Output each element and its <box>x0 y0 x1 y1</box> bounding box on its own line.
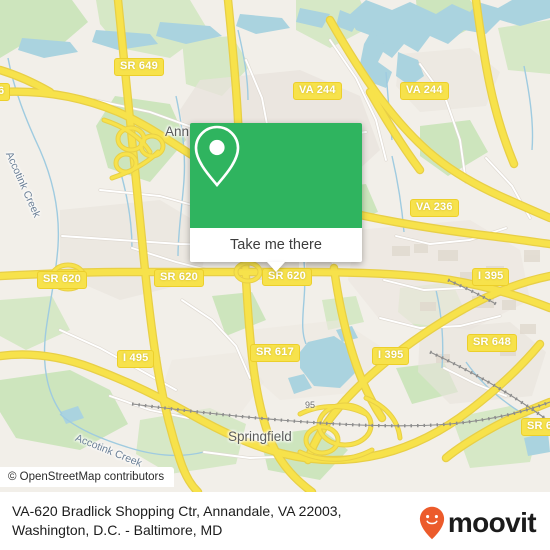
footer-bar: VA-620 Bradlick Shopping Ctr, Annandale,… <box>0 492 550 550</box>
road-shield-rt-66[interactable]: 6 <box>0 83 11 101</box>
road-shield-sr-649[interactable]: SR 649 <box>114 58 164 76</box>
road-shield-sr-617[interactable]: SR 617 <box>250 344 300 362</box>
road-shield-i-495[interactable]: I 495 <box>117 350 155 368</box>
map-canvas[interactable]: .wtr{fill:#aad3df} .stream{stroke:#9fcbe… <box>0 0 550 492</box>
road-shield-sr-cutoff[interactable]: SR 6 <box>521 418 550 436</box>
moovit-pin-icon <box>419 506 444 540</box>
road-shield-va-244-east[interactable]: VA 244 <box>400 82 449 100</box>
popup-header <box>190 123 362 228</box>
road-shield-va-236[interactable]: VA 236 <box>410 199 459 217</box>
address-line-1: VA-620 Bradlick Shopping Ctr, Annandale,… <box>12 503 342 519</box>
road-shield-sr-620-west[interactable]: SR 620 <box>37 271 87 289</box>
moovit-brand[interactable]: moovit <box>419 506 537 540</box>
osm-attribution[interactable]: © OpenStreetMap contributors <box>0 467 175 487</box>
road-shield-sr-648[interactable]: SR 648 <box>467 334 517 352</box>
address-caption: VA-620 Bradlick Shopping Ctr, Annandale,… <box>12 502 412 540</box>
road-shield-i-395-south[interactable]: I 395 <box>372 347 410 365</box>
map-pin-icon <box>194 125 240 188</box>
moovit-wordmark: moovit <box>447 507 537 538</box>
place-label-springfield: Springfield <box>228 429 292 444</box>
place-label-annandale: Ann <box>165 124 190 139</box>
take-me-there-label: Take me there <box>230 237 322 253</box>
road-shield-i-395-north[interactable]: I 395 <box>472 268 510 286</box>
highway-label-95: 95 <box>305 400 316 410</box>
address-line-2: Washington, D.C. - Baltimore, MD <box>12 522 223 538</box>
map-screenshot: .wtr{fill:#aad3df} .stream{stroke:#9fcbe… <box>0 0 550 550</box>
popup-pointer <box>267 262 285 272</box>
road-shield-va-244-west[interactable]: VA 244 <box>293 82 342 100</box>
road-shield-sr-620-center[interactable]: SR 620 <box>154 269 204 287</box>
location-popup[interactable]: Take me there <box>190 123 362 272</box>
take-me-there-button[interactable]: Take me there <box>190 228 362 262</box>
